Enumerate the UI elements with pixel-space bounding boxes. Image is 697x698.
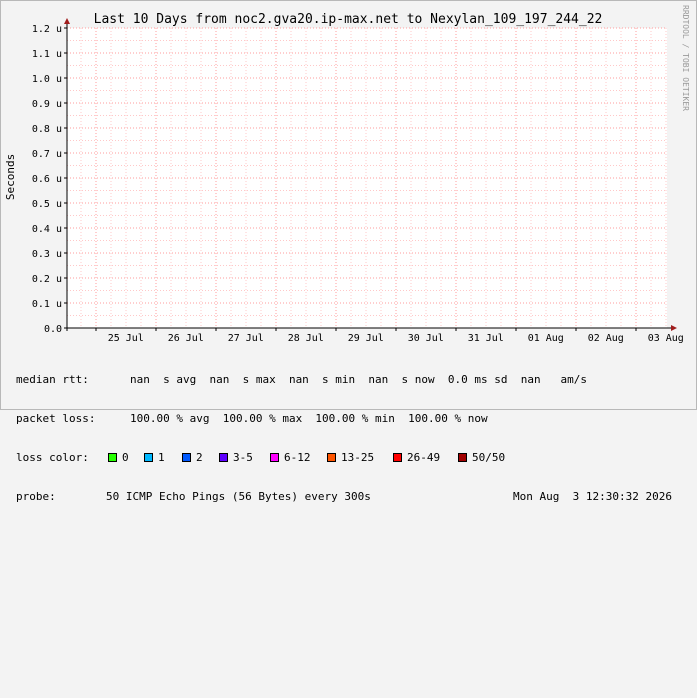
loss-swatch-2 [182, 453, 191, 462]
x-tick-label: 26 Jul [168, 333, 204, 344]
loss-color-label: loss color: [16, 451, 89, 464]
y-tick-label: 1.2 u [32, 24, 62, 35]
x-tick-label: 27 Jul [228, 333, 264, 344]
loss-swatch-3 [219, 453, 228, 462]
loss-label-3: 3-5 [233, 451, 253, 464]
loss-label-2: 2 [196, 451, 203, 464]
x-tick-label: 31 Jul [468, 333, 504, 344]
x-tick-label: 02 Aug [588, 333, 624, 344]
packet-loss-values: 100.00 % avg 100.00 % max 100.00 % min 1… [130, 412, 488, 425]
loss-label-5: 13-25 [341, 451, 375, 464]
median-rtt-values: nan s avg nan s max nan s min nan s now … [130, 373, 587, 386]
loss-label-0: 0 [122, 451, 129, 464]
loss-label-4: 6-12 [284, 451, 311, 464]
x-tick-label: 01 Aug [528, 333, 564, 344]
y-tick-label: 0.2 u [32, 274, 62, 285]
probe-description: 50 ICMP Echo Pings (56 Bytes) every 300s [106, 490, 371, 503]
loss-swatch-1 [144, 453, 153, 462]
y-axis-label: Seconds [4, 154, 17, 200]
x-tick-label: 30 Jul [408, 333, 444, 344]
chart-title: Last 10 Days from noc2.gva20.ip-max.net … [94, 12, 603, 27]
y-tick-label: 0.3 u [32, 249, 62, 260]
x-tick-label: 29 Jul [348, 333, 384, 344]
y-tick-label: 0.8 u [32, 124, 62, 135]
probe-label: probe: [16, 490, 56, 503]
loss-swatch-5 [327, 453, 336, 462]
latency-chart: Last 10 Days from noc2.gva20.ip-max.net … [4, 5, 690, 344]
legend: median rtt: nan s avg nan s max nan s mi… [16, 347, 672, 516]
y-tick-label: 0.1 u [32, 299, 62, 310]
probe-row: probe: 50 ICMP Echo Pings (56 Bytes) eve… [16, 490, 672, 503]
loss-swatch-7 [458, 453, 467, 462]
x-tick-label: 28 Jul [288, 333, 324, 344]
y-tick-label: 1.0 u [32, 74, 62, 85]
y-tick-label: 0.9 u [32, 99, 62, 110]
rrdtool-credit: RRDTOOL / TOBI OETIKER [681, 5, 690, 111]
x-axis-arrow-icon [671, 325, 677, 331]
loss-swatch-6 [393, 453, 402, 462]
y-tick-label: 0.6 u [32, 174, 62, 185]
y-tick-label: 1.1 u [32, 49, 62, 60]
loss-color-row: loss color: 0 1 2 3-5 6-12 13-25 26-49 5… [16, 451, 505, 464]
loss-swatch-0 [108, 453, 117, 462]
packet-loss-row: packet loss: 100.00 % avg 100.00 % max 1… [16, 412, 488, 425]
loss-label-6: 26-49 [407, 451, 441, 464]
y-tick-label: 0.7 u [32, 149, 62, 160]
x-tick-label: 03 Aug [648, 333, 684, 344]
x-tick-label: 25 Jul [108, 333, 144, 344]
y-tick-label: 0.4 u [32, 224, 62, 235]
loss-label-7: 50/50 [472, 451, 506, 464]
loss-label-1: 1 [158, 451, 165, 464]
loss-swatch-4 [270, 453, 279, 462]
y-tick-label: 0.0 [44, 324, 62, 335]
median-rtt-row: median rtt: nan s avg nan s max nan s mi… [16, 373, 587, 386]
y-tick-label: 0.5 u [32, 199, 62, 210]
packet-loss-label: packet loss: [16, 412, 96, 425]
y-axis-arrow-icon [64, 18, 70, 24]
median-rtt-label: median rtt: [16, 373, 89, 386]
graph-timestamp: Mon Aug 3 12:30:32 2026 [513, 490, 672, 503]
